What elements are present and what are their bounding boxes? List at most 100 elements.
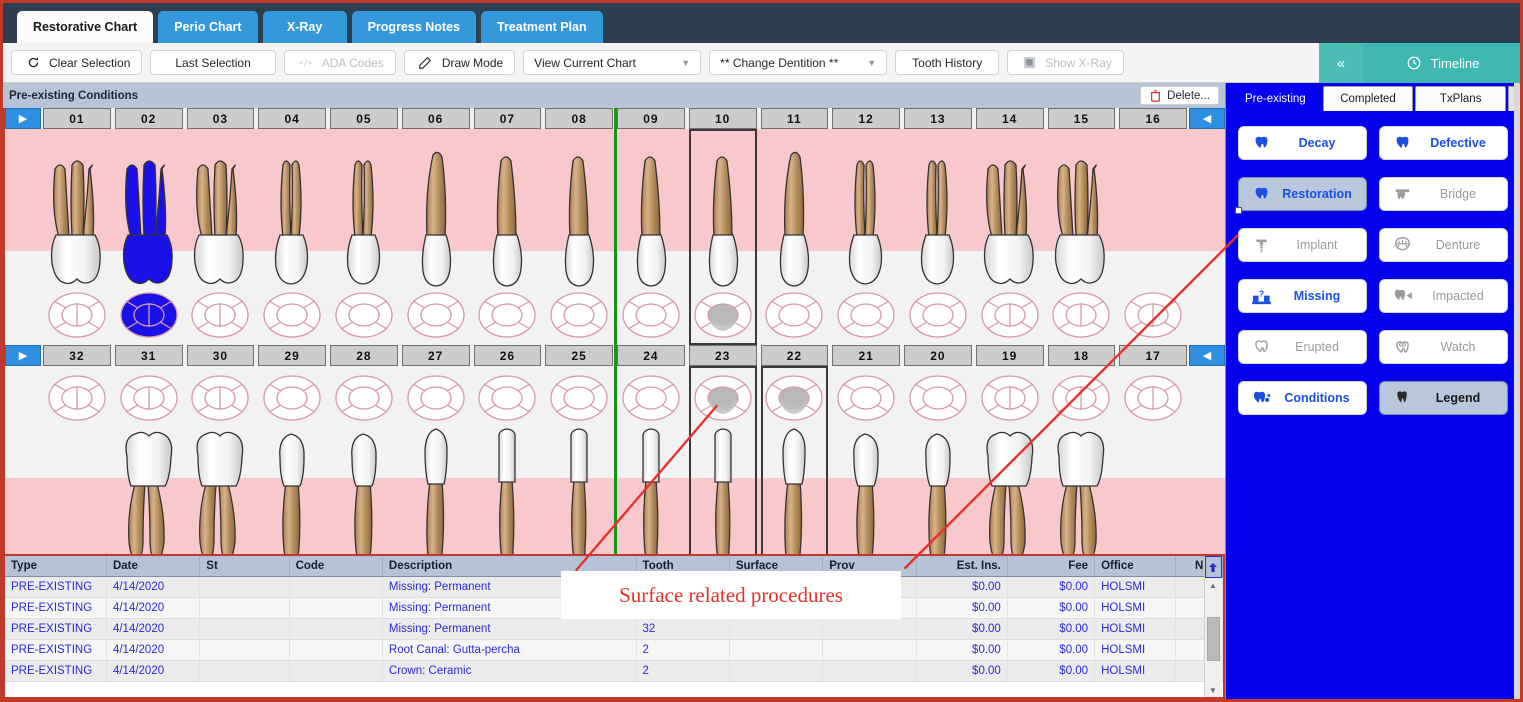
condition-button-legend[interactable]: Legend: [1379, 381, 1508, 415]
surface-diagram[interactable]: [687, 287, 759, 343]
surface-diagram[interactable]: [113, 287, 185, 343]
condition-button-decay[interactable]: Decay: [1238, 126, 1367, 160]
surface-diagram[interactable]: [328, 287, 400, 343]
column-header-fee[interactable]: Fee: [1007, 556, 1094, 577]
tooth-16[interactable]: [1117, 129, 1189, 345]
surface-diagram[interactable]: [1117, 287, 1189, 343]
surface-diagram[interactable]: [113, 370, 185, 426]
surface-diagram[interactable]: [256, 287, 328, 343]
tooth-number-07[interactable]: 07: [474, 108, 542, 129]
scroll-track[interactable]: [1205, 592, 1222, 683]
panel-tab-completed[interactable]: Completed: [1323, 86, 1414, 111]
condition-button-erupted[interactable]: Erupted: [1238, 330, 1367, 364]
surface-diagram[interactable]: [615, 287, 687, 343]
surface-diagram[interactable]: [830, 370, 902, 426]
surface-diagram[interactable]: [974, 370, 1046, 426]
tooth-13[interactable]: [902, 129, 974, 345]
tooth-28[interactable]: [328, 366, 400, 554]
tooth-number-25[interactable]: 25: [545, 345, 613, 366]
tooth-number-29[interactable]: 29: [258, 345, 326, 366]
tooth-number-06[interactable]: 06: [402, 108, 470, 129]
tooth-number-15[interactable]: 15: [1048, 108, 1116, 129]
tooth-number-16[interactable]: 16: [1119, 108, 1187, 129]
tooth-19[interactable]: [974, 366, 1046, 554]
tooth-01[interactable]: [41, 129, 113, 345]
tooth-number-11[interactable]: 11: [761, 108, 829, 129]
tooth-05[interactable]: [328, 129, 400, 345]
surface-diagram[interactable]: [472, 287, 544, 343]
surface-diagram[interactable]: [974, 287, 1046, 343]
lower-nav-left-button[interactable]: ▶: [5, 345, 41, 366]
surface-diagram[interactable]: [328, 370, 400, 426]
tooth-number-27[interactable]: 27: [402, 345, 470, 366]
ada-codes-button[interactable]: </> ADA Codes: [284, 50, 396, 75]
tab-xray[interactable]: X-Ray: [263, 11, 347, 43]
surface-diagram[interactable]: [1046, 287, 1118, 343]
tooth-21[interactable]: [830, 366, 902, 554]
tooth-number-01[interactable]: 01: [43, 108, 111, 129]
tooth-15[interactable]: [1046, 129, 1118, 345]
tooth-11[interactable]: [759, 129, 831, 345]
table-row[interactable]: PRE-EXISTING4/14/2020Crown: Ceramic2$0.0…: [5, 661, 1223, 682]
surface-diagram[interactable]: [185, 370, 257, 426]
tooth-09[interactable]: [615, 129, 687, 345]
lower-nav-right-button[interactable]: ◀: [1189, 345, 1225, 366]
tooth-24[interactable]: [615, 366, 687, 554]
surface-diagram[interactable]: [400, 370, 472, 426]
odontogram[interactable]: ▶ 01020304050607080910111213141516 ◀: [3, 108, 1225, 554]
tooth-number-10[interactable]: 10: [689, 108, 757, 129]
surface-diagram[interactable]: [1046, 370, 1118, 426]
clear-selection-button[interactable]: Clear Selection: [11, 50, 142, 75]
column-header-date[interactable]: Date: [106, 556, 199, 577]
tooth-08[interactable]: [543, 129, 615, 345]
condition-button-missing[interactable]: ?Missing: [1238, 279, 1367, 313]
panel-tab-txplans[interactable]: TxPlans: [1415, 86, 1506, 111]
condition-button-impacted[interactable]: Impacted: [1379, 279, 1508, 313]
surface-diagram[interactable]: [902, 370, 974, 426]
tooth-history-button[interactable]: Tooth History: [895, 50, 999, 75]
column-header-office[interactable]: Office: [1095, 556, 1176, 577]
column-header-type[interactable]: Type: [5, 556, 106, 577]
tooth-31[interactable]: [113, 366, 185, 554]
tooth-number-30[interactable]: 30: [187, 345, 255, 366]
tooth-number-18[interactable]: 18: [1048, 345, 1116, 366]
tooth-25[interactable]: [543, 366, 615, 554]
condition-button-defective[interactable]: Defective: [1379, 126, 1508, 160]
surface-diagram[interactable]: [543, 287, 615, 343]
tooth-02[interactable]: [113, 129, 185, 345]
tooth-06[interactable]: [400, 129, 472, 345]
tab-treatment-plan[interactable]: Treatment Plan: [481, 11, 603, 43]
tooth-32[interactable]: [41, 366, 113, 554]
tooth-29[interactable]: [256, 366, 328, 554]
tooth-number-09[interactable]: 09: [617, 108, 685, 129]
tooth-number-20[interactable]: 20: [904, 345, 972, 366]
tooth-10[interactable]: [687, 129, 759, 345]
draw-mode-button[interactable]: Draw Mode: [404, 50, 515, 75]
surface-diagram[interactable]: [256, 370, 328, 426]
surface-diagram[interactable]: [41, 370, 113, 426]
tooth-number-17[interactable]: 17: [1119, 345, 1187, 366]
tooth-number-02[interactable]: 02: [115, 108, 183, 129]
table-vertical-scrollbar[interactable]: ▲ ▼: [1204, 556, 1221, 697]
surface-diagram[interactable]: [615, 370, 687, 426]
upper-nav-left-button[interactable]: ▶: [5, 108, 41, 129]
delete-button[interactable]: Delete...: [1140, 86, 1219, 105]
tooth-number-14[interactable]: 14: [976, 108, 1044, 129]
tooth-18[interactable]: [1046, 366, 1118, 554]
surface-diagram[interactable]: [687, 370, 759, 426]
timeline-button[interactable]: Timeline: [1363, 43, 1520, 83]
tooth-20[interactable]: [902, 366, 974, 554]
surface-diagram[interactable]: [543, 370, 615, 426]
table-row[interactable]: PRE-EXISTING4/14/2020Root Canal: Gutta-p…: [5, 640, 1223, 661]
show-xray-button[interactable]: Show X-Ray: [1007, 50, 1124, 75]
tooth-number-31[interactable]: 31: [115, 345, 183, 366]
condition-button-restoration[interactable]: Restoration: [1238, 177, 1367, 211]
surface-diagram[interactable]: [1117, 370, 1189, 426]
surface-diagram[interactable]: [759, 370, 831, 426]
condition-button-denture[interactable]: Denture: [1379, 228, 1508, 262]
tooth-22[interactable]: [759, 366, 831, 554]
view-chart-select[interactable]: View Current Chart ▼: [523, 50, 701, 75]
surface-diagram[interactable]: [759, 287, 831, 343]
panel-scrollbar[interactable]: [1514, 83, 1520, 699]
tooth-14[interactable]: [974, 129, 1046, 345]
